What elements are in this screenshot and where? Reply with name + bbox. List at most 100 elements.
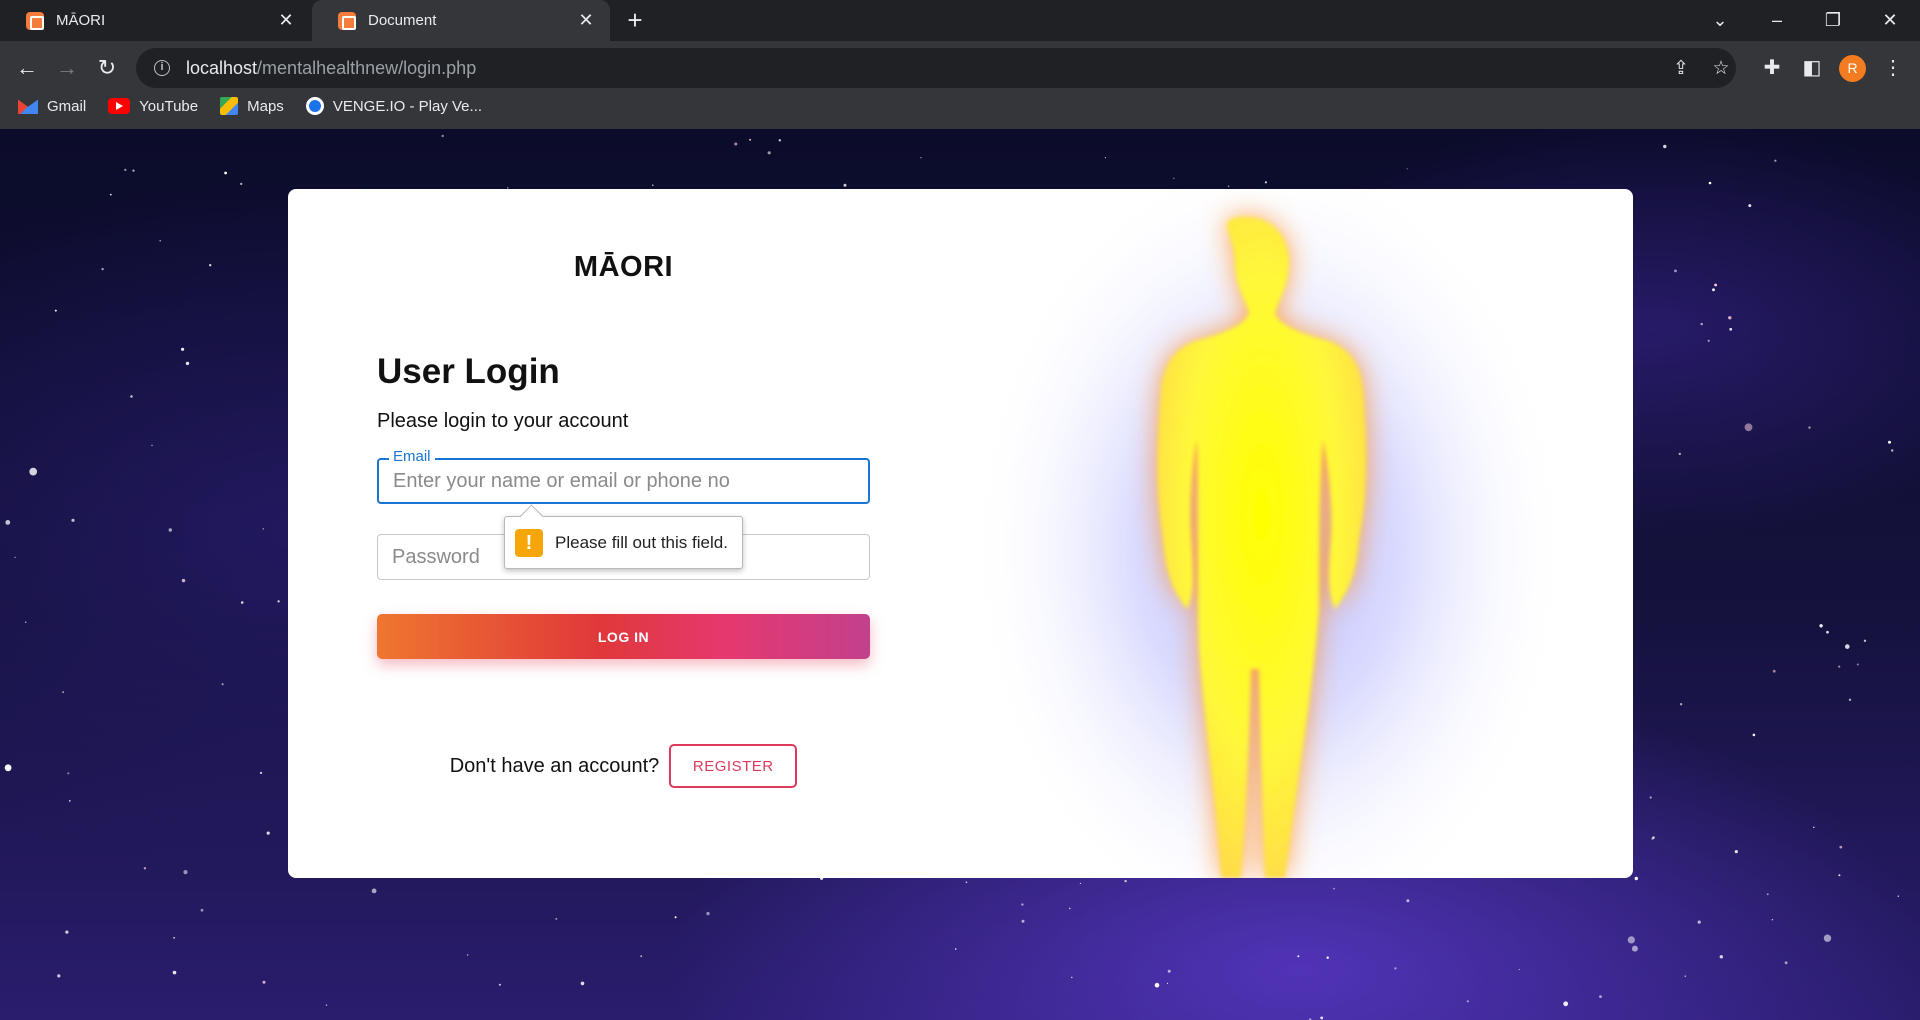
star [441, 134, 444, 138]
star [1848, 698, 1852, 701]
bookmark-label: YouTube [139, 97, 199, 115]
star [65, 930, 69, 934]
login-button[interactable]: LOG IN [377, 614, 870, 659]
browser-toolbar: ← → ↻ i localhost/mentalhealthnew/login.… [0, 41, 1920, 130]
star [1813, 826, 1815, 829]
star [920, 157, 922, 159]
bookmark-gmail[interactable]: Gmail [18, 98, 86, 115]
star [371, 888, 377, 894]
star [24, 621, 27, 623]
url-path: /mentalhealthnew/login.php [257, 57, 477, 78]
address-bar[interactable]: i localhost/mentalhealthnew/login.php ⇪ … [136, 48, 1736, 88]
tab-maori[interactable]: MĀORI ✕ [0, 0, 310, 41]
star [1518, 968, 1520, 971]
star [1888, 440, 1891, 444]
star [173, 937, 175, 939]
email-field: Email [377, 448, 870, 504]
bookmark-label: Gmail [47, 97, 87, 115]
star [1819, 624, 1823, 628]
star [1729, 327, 1733, 331]
star [325, 1004, 328, 1006]
star [1707, 339, 1710, 342]
side-panel-icon[interactable]: ◧ [1795, 51, 1829, 85]
star [1748, 204, 1752, 208]
bookmark-youtube[interactable]: YouTube [108, 98, 198, 115]
bookmark-label: VENGE.IO - Play Ve... [332, 97, 483, 115]
star [57, 974, 61, 978]
extensions-icon[interactable]: ✚ [1755, 51, 1789, 85]
star [1772, 669, 1776, 673]
bookmarks-bar: Gmail YouTube Maps VENGE.IO - Play Ve... [0, 88, 504, 124]
star [124, 168, 127, 172]
star [1766, 893, 1769, 896]
star [1227, 185, 1230, 188]
star [54, 309, 57, 312]
star [209, 264, 212, 267]
star [498, 983, 501, 986]
new-tab-button[interactable]: + [622, 7, 648, 34]
star [640, 955, 643, 958]
close-icon[interactable]: ✕ [576, 10, 596, 31]
glowing-human-figure-image [969, 189, 1569, 878]
star [1697, 920, 1701, 924]
validation-tooltip: ! Please fill out this field. [504, 516, 743, 569]
site-info-icon[interactable]: i [154, 60, 170, 76]
warning-icon: ! [515, 528, 543, 557]
star [1744, 423, 1753, 432]
share-icon[interactable]: ⇪ [1670, 58, 1692, 80]
star [185, 361, 190, 366]
star [1021, 903, 1024, 906]
star [1634, 876, 1639, 881]
forward-button[interactable]: → [50, 51, 84, 85]
star [159, 239, 161, 242]
star [1124, 879, 1127, 883]
star [706, 911, 710, 916]
tab-title: Document [368, 12, 437, 29]
star [181, 578, 186, 583]
menu-kebab-icon[interactable]: ⋮ [1876, 51, 1910, 85]
restore-button[interactable]: ❐ [1813, 6, 1853, 34]
validation-message: Please fill out this field. [555, 532, 728, 552]
reload-button[interactable]: ↻ [90, 51, 124, 85]
tab-search-icon[interactable]: ⌄ [1700, 6, 1740, 34]
close-window-button[interactable]: ✕ [1870, 6, 1910, 34]
star [1167, 969, 1171, 973]
close-icon[interactable]: ✕ [276, 10, 296, 31]
star [1071, 976, 1073, 979]
tab-title: MĀORI [56, 12, 106, 29]
star [1264, 181, 1267, 184]
star [240, 601, 244, 604]
star [109, 193, 112, 196]
star [1297, 955, 1300, 958]
star [1839, 845, 1843, 849]
bookmark-star-icon[interactable]: ☆ [1710, 58, 1732, 80]
star [749, 138, 752, 141]
page-background: MĀORI User Login Please login to your ac… [0, 129, 1920, 1020]
bookmark-venge[interactable]: VENGE.IO - Play Ve... [305, 97, 483, 115]
tab-strip: MĀORI ✕ Document ✕ + ⌄ – ❐ ✕ [0, 0, 1920, 41]
bookmark-maps[interactable]: Maps [220, 97, 284, 115]
star [1774, 159, 1777, 162]
star [1652, 836, 1655, 839]
star [1838, 665, 1841, 668]
back-button[interactable]: ← [10, 51, 44, 85]
star [1838, 874, 1841, 877]
star [1897, 895, 1900, 897]
star [1079, 882, 1081, 885]
star [1771, 919, 1774, 921]
url-host: localhost [186, 57, 258, 78]
profile-avatar[interactable]: R [1839, 55, 1866, 82]
star [1320, 1016, 1324, 1020]
star [168, 528, 172, 532]
star [259, 771, 263, 775]
register-button[interactable]: REGISTER [669, 744, 798, 788]
star [224, 171, 228, 175]
page-subtitle: Please login to your account [377, 410, 629, 432]
star [68, 800, 71, 802]
xampp-favicon-icon [26, 11, 44, 30]
star [1863, 639, 1867, 642]
email-input[interactable] [393, 460, 853, 502]
star [1728, 316, 1732, 320]
tab-document[interactable]: Document ✕ [312, 0, 610, 41]
minimize-button[interactable]: – [1757, 6, 1797, 34]
